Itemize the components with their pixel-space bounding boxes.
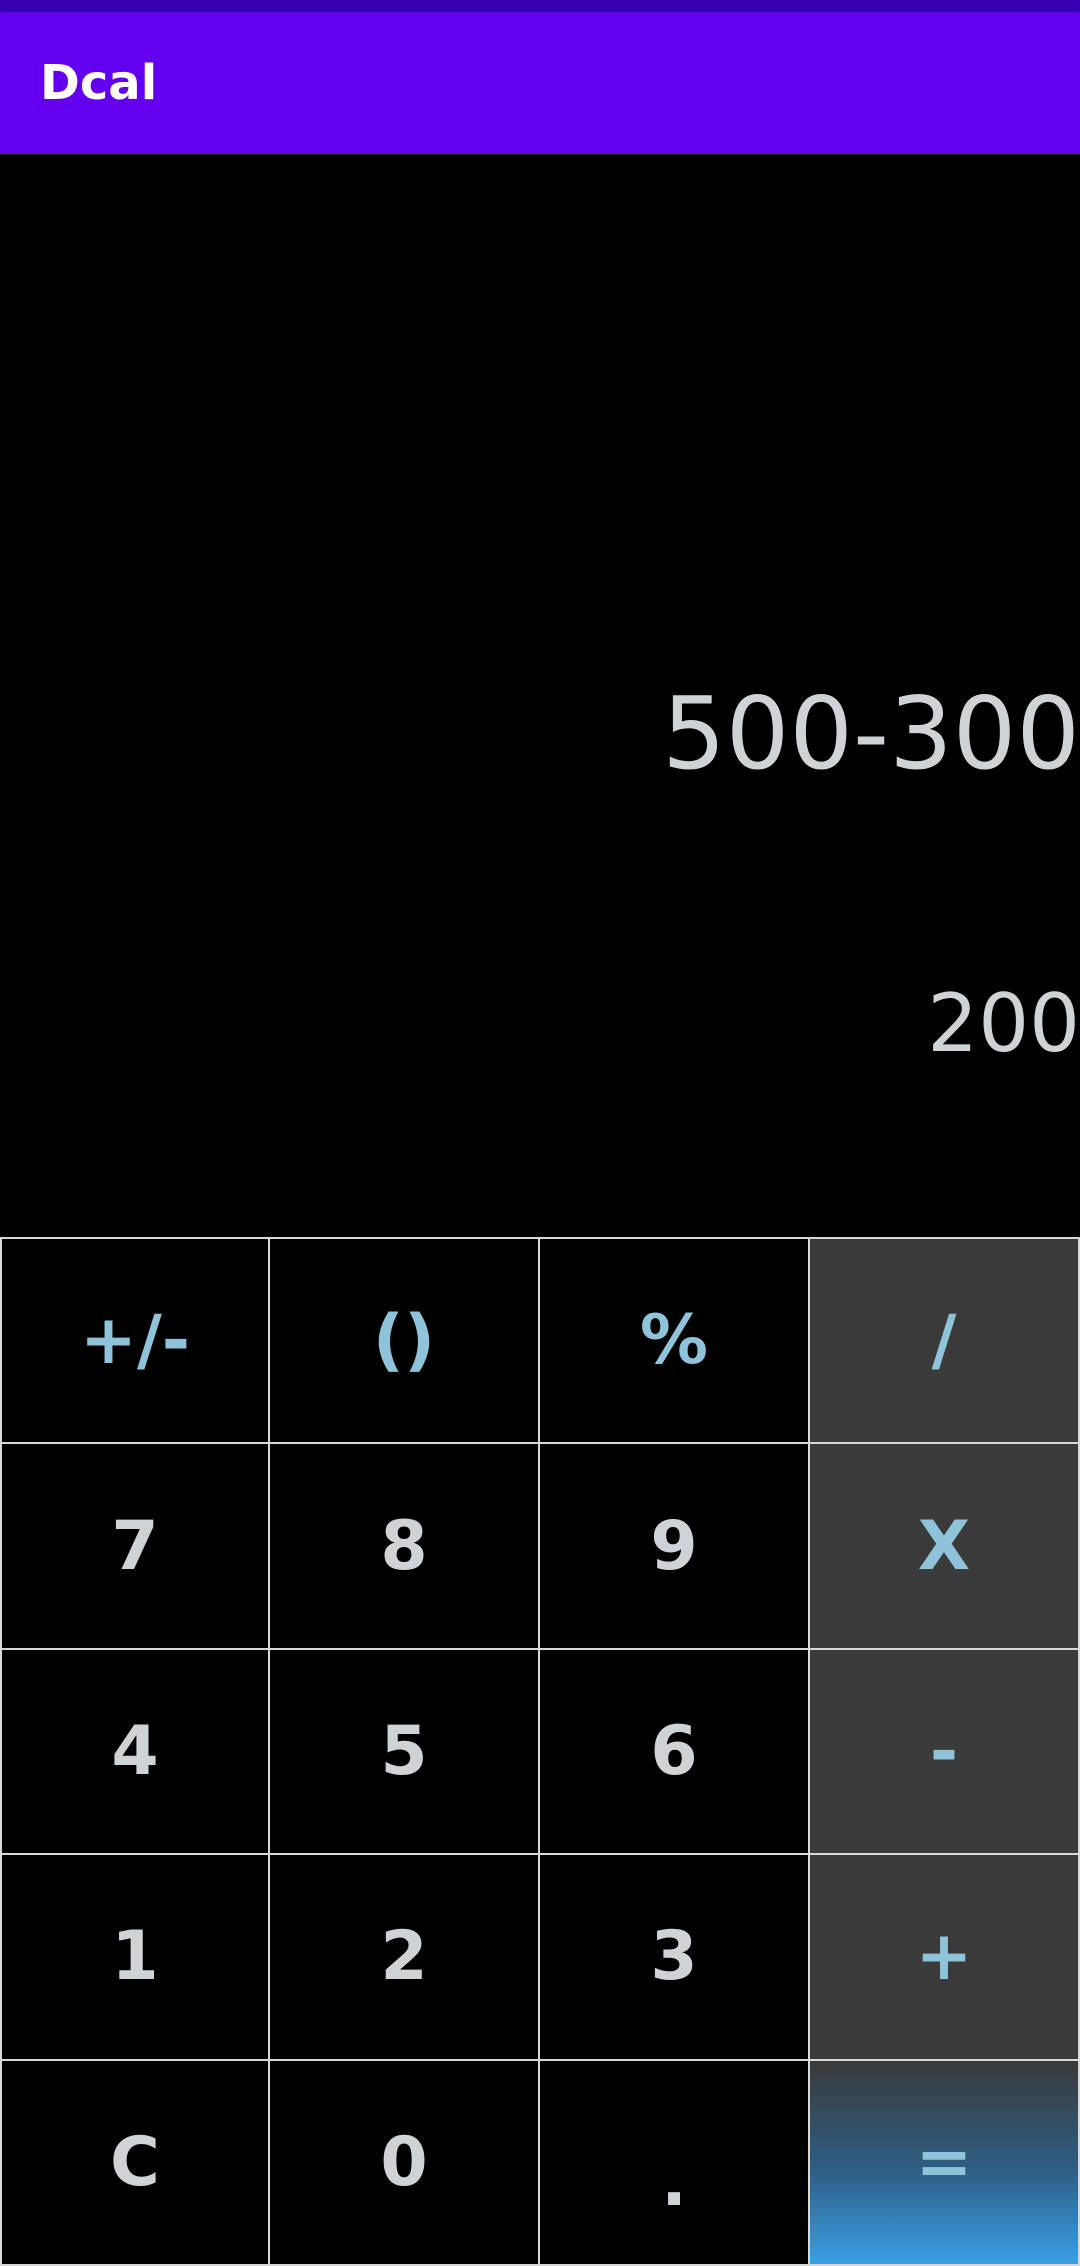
multiply-button[interactable]: X	[810, 1444, 1080, 1650]
percent-button[interactable]: %	[540, 1239, 810, 1445]
equals-button[interactable]: =	[810, 2060, 1080, 2266]
add-button[interactable]: +	[810, 1855, 1080, 2061]
digit-4-button[interactable]: 4	[0, 1649, 270, 1856]
calculator-display: 500-300 200	[0, 154, 1080, 1237]
digit-6-button[interactable]: 6	[540, 1649, 810, 1856]
decimal-point-label: .	[661, 2142, 687, 2222]
decimal-point-button[interactable]: .	[540, 2060, 810, 2266]
result-text: 200	[927, 977, 1080, 1070]
app-title: Dcal	[40, 55, 158, 111]
status-bar	[0, 0, 1080, 12]
app-bar: Dcal	[0, 12, 1080, 154]
plus-minus-button[interactable]: +/-	[0, 1239, 270, 1445]
keypad: +/- () % / 7 8 9 X 4 5 6 - 1 2 3 + C 0 .…	[0, 1237, 1080, 2266]
digit-8-button[interactable]: 8	[270, 1444, 540, 1650]
subtract-button[interactable]: -	[810, 1649, 1080, 1856]
digit-7-button[interactable]: 7	[0, 1444, 270, 1650]
clear-button[interactable]: C	[0, 2060, 270, 2266]
parentheses-button[interactable]: ()	[270, 1239, 540, 1445]
digit-5-button[interactable]: 5	[270, 1649, 540, 1856]
digit-1-button[interactable]: 1	[0, 1855, 270, 2061]
digit-3-button[interactable]: 3	[540, 1855, 810, 2061]
digit-9-button[interactable]: 9	[540, 1444, 810, 1650]
expression-text: 500-300	[662, 675, 1080, 792]
divide-button[interactable]: /	[810, 1239, 1080, 1445]
digit-2-button[interactable]: 2	[270, 1855, 540, 2061]
digit-0-button[interactable]: 0	[270, 2060, 540, 2266]
